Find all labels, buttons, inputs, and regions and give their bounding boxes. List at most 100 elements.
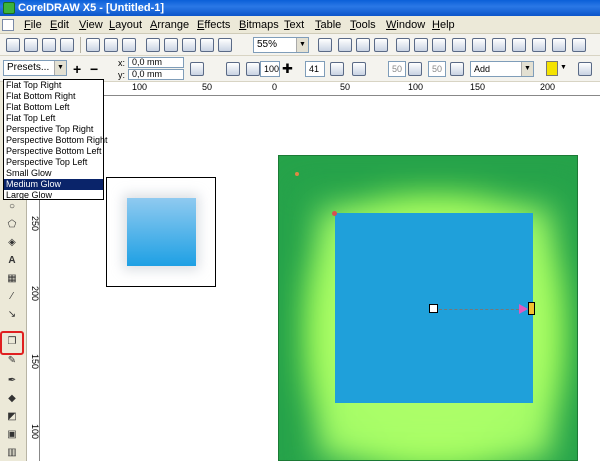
shadow-color-swatch[interactable] xyxy=(546,61,558,76)
ruler-label: 100 xyxy=(408,82,424,92)
menu-window[interactable]: Window xyxy=(386,18,425,32)
transparency-icon[interactable] xyxy=(246,62,260,76)
preset-option[interactable]: Flat Top Left xyxy=(4,113,103,124)
print-icon[interactable] xyxy=(60,38,74,52)
shadow-angle-icon[interactable] xyxy=(226,62,240,76)
chevron-down-icon[interactable]: ▼ xyxy=(521,62,533,76)
y-position-field[interactable]: 0,0 mm xyxy=(128,69,184,80)
chevron-down-icon[interactable]: ▼ xyxy=(560,64,567,71)
distribute-vertical-icon[interactable] xyxy=(472,38,486,52)
menu-layout[interactable]: Layout xyxy=(109,18,142,32)
menu-bitmaps[interactable]: Bitmaps xyxy=(239,18,279,32)
snap-to-icon[interactable] xyxy=(318,38,332,52)
stretch-icon[interactable] xyxy=(450,62,464,76)
menu-arrange[interactable]: Arrange xyxy=(150,18,189,32)
drawing-page[interactable] xyxy=(278,155,578,461)
window-title: CorelDRAW X5 - [Untitled-1] xyxy=(18,2,165,14)
basic-shapes-tool-icon[interactable]: ◈ xyxy=(5,236,19,250)
smart-fill-tool-icon[interactable]: ▣ xyxy=(5,428,19,442)
preset-option[interactable]: Flat Top Right xyxy=(4,80,103,91)
group-icon[interactable] xyxy=(492,38,506,52)
align-right-icon[interactable] xyxy=(374,38,388,52)
shadow-direction-icon[interactable] xyxy=(190,62,204,76)
preset-option[interactable]: Small Glow xyxy=(4,168,103,179)
preset-option-selected[interactable]: Medium Glow xyxy=(4,179,103,190)
preset-option[interactable]: Large Glow xyxy=(4,190,103,201)
menu-table[interactable]: Table xyxy=(315,18,341,32)
crosshair-icon[interactable] xyxy=(532,38,546,52)
stretch-field[interactable]: 50 xyxy=(388,61,406,77)
align-middle-icon[interactable] xyxy=(414,38,428,52)
fill-tool-icon[interactable]: ◆ xyxy=(5,392,19,406)
cut-icon[interactable] xyxy=(86,38,100,52)
blend-mode-combo[interactable]: Add ▼ xyxy=(470,61,534,77)
align-bottom-icon[interactable] xyxy=(432,38,446,52)
text-tool-icon[interactable]: A xyxy=(5,254,19,268)
fade-field[interactable]: 50 xyxy=(428,61,446,77)
ruler-label: 200 xyxy=(30,286,40,302)
undo-icon[interactable] xyxy=(146,38,160,52)
opacity-field[interactable]: 100 xyxy=(260,61,280,77)
shadow-end-handle[interactable] xyxy=(528,302,535,315)
mesh-fill-tool-icon[interactable]: ▥ xyxy=(5,446,19,460)
align-top-icon[interactable] xyxy=(396,38,410,52)
opacity-plus-icon[interactable]: ✚ xyxy=(282,61,293,77)
remove-preset-icon[interactable]: − xyxy=(90,61,98,77)
interactive-fill-tool-icon[interactable]: ◩ xyxy=(5,410,19,424)
menu-file[interactable]: File xyxy=(24,18,42,32)
save-icon[interactable] xyxy=(42,38,56,52)
preview-shape xyxy=(127,198,196,266)
feather-value: 41 xyxy=(309,64,320,74)
active-tool-highlight xyxy=(0,331,24,355)
add-preset-icon[interactable]: + xyxy=(73,61,81,77)
options-icon[interactable] xyxy=(572,38,586,52)
chevron-down-icon[interactable]: ▼ xyxy=(296,38,308,52)
copy-icon[interactable] xyxy=(104,38,118,52)
polygon-tool-icon[interactable]: ⬠ xyxy=(5,218,19,232)
opacity-slider-arrow-icon[interactable] xyxy=(519,304,528,314)
shape-node-handle[interactable] xyxy=(332,211,337,216)
menu-effects[interactable]: Effects xyxy=(197,18,230,32)
distribute-icon[interactable] xyxy=(452,38,466,52)
chevron-down-icon[interactable]: ▼ xyxy=(54,61,66,75)
menu-tools[interactable]: Tools xyxy=(350,18,376,32)
export-icon[interactable] xyxy=(200,38,214,52)
copy-shadow-icon[interactable] xyxy=(578,62,592,76)
application-launcher-icon[interactable] xyxy=(218,38,232,52)
fade-icon[interactable] xyxy=(408,62,422,76)
dimension-tool-icon[interactable]: ⁄ xyxy=(5,290,19,304)
outline-tool-icon[interactable]: ✒ xyxy=(5,374,19,388)
preset-option[interactable]: Perspective Bottom Right xyxy=(4,135,108,146)
menu-edit[interactable]: Edit xyxy=(50,18,69,32)
menu-text[interactable]: Text xyxy=(284,18,304,32)
ellipse-tool-icon[interactable]: ○ xyxy=(5,200,19,214)
open-icon[interactable] xyxy=(24,38,38,52)
presets-combo[interactable]: Presets... ▼ xyxy=(3,60,67,76)
transform-icon[interactable] xyxy=(552,38,566,52)
preset-option[interactable]: Perspective Top Left xyxy=(4,157,103,168)
feather-direction-icon[interactable] xyxy=(330,62,344,76)
redo-icon[interactable] xyxy=(164,38,178,52)
paste-icon[interactable] xyxy=(122,38,136,52)
zoom-level-combo[interactable]: 55% ▼ xyxy=(253,37,309,53)
align-center-icon[interactable] xyxy=(356,38,370,52)
preset-option[interactable]: Flat Bottom Left xyxy=(4,102,103,113)
new-document-icon[interactable] xyxy=(6,38,20,52)
table-tool-icon[interactable]: ▦ xyxy=(5,272,19,286)
ungroup-icon[interactable] xyxy=(512,38,526,52)
align-left-icon[interactable] xyxy=(338,38,352,52)
feather-edges-icon[interactable] xyxy=(352,62,366,76)
menu-help[interactable]: Help xyxy=(432,18,455,32)
preset-option[interactable]: Perspective Top Right xyxy=(4,124,103,135)
opacity-value: 100 xyxy=(264,64,280,74)
preset-option[interactable]: Flat Bottom Right xyxy=(4,91,103,102)
ruler-label: 100 xyxy=(30,424,40,440)
connector-tool-icon[interactable]: ↘ xyxy=(5,308,19,322)
shadow-start-handle[interactable] xyxy=(429,304,438,313)
eyedropper-tool-icon[interactable]: ✎ xyxy=(5,354,19,368)
x-position-field[interactable]: 0,0 mm xyxy=(128,57,184,68)
feather-field[interactable]: 41 xyxy=(305,61,325,77)
preset-option[interactable]: Perspective Bottom Left xyxy=(4,146,103,157)
import-icon[interactable] xyxy=(182,38,196,52)
menu-view[interactable]: View xyxy=(79,18,103,32)
